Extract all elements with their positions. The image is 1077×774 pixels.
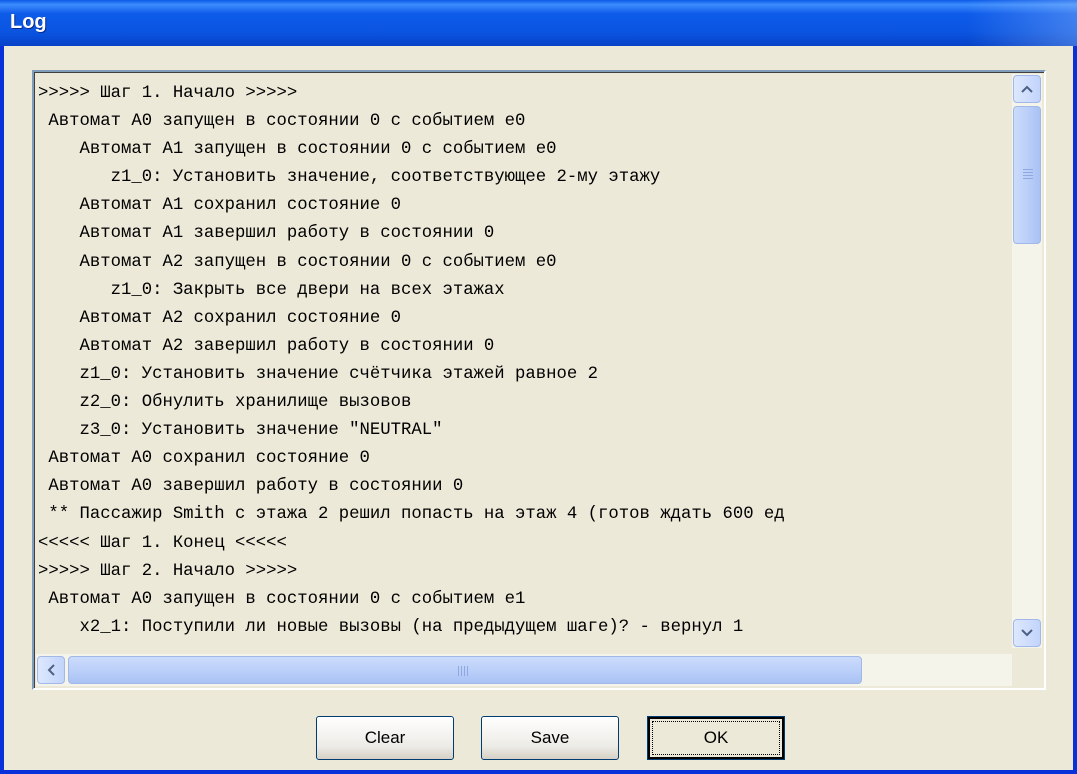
scrollbar-corner: [1012, 654, 1042, 686]
title-bar[interactable]: Log: [0, 0, 1077, 46]
vertical-scroll-thumb[interactable]: [1013, 106, 1041, 244]
log-line: ** Пассажир Smith с этажа 2 решил попаст…: [38, 505, 785, 525]
log-line: Автомат A0 запущен в состоянии 0 с событ…: [38, 112, 526, 132]
log-line: z1_0: Установить значение счётчика этаже…: [38, 364, 599, 384]
window-title: Log: [10, 11, 47, 33]
log-line: >>>>> Шаг 2. Начало >>>>>: [38, 561, 298, 581]
log-window: Log >>>>> Шаг 1. Начало >>>>> Автомат A0…: [0, 0, 1077, 774]
horizontal-scroll-thumb[interactable]: [68, 656, 862, 684]
log-text-box[interactable]: >>>>> Шаг 1. Начало >>>>> Автомат A0 зап…: [32, 70, 1046, 690]
scroll-down-button[interactable]: [1013, 619, 1041, 647]
log-line: x2_1: Поступили ли новые вызовы (на пред…: [38, 617, 744, 637]
log-line: Автомат A0 запущен в состоянии 0 с событ…: [38, 589, 526, 609]
thumb-grip: [461, 666, 462, 676]
focus-rectangle: [652, 721, 780, 755]
thumb-grip: [1023, 175, 1033, 176]
log-line: Автомат A1 завершил работу в состоянии 0: [38, 224, 495, 244]
log-line: Автомат A0 завершил работу в состоянии 0: [38, 477, 464, 497]
log-line: >>>>> Шаг 1. Начало >>>>>: [38, 84, 298, 103]
log-line: Автомат A2 запущен в состоянии 0 с событ…: [38, 252, 557, 272]
log-line: Автомат A1 запущен в состоянии 0 с событ…: [38, 140, 557, 160]
log-line: Автомат A1 сохранил состояние 0: [38, 196, 401, 216]
horizontal-scrollbar[interactable]: [36, 654, 1042, 686]
log-line: z1_0: Закрыть все двери на всех этажах: [38, 280, 505, 300]
clear-button[interactable]: Clear: [316, 716, 454, 760]
log-line: Автомат A2 сохранил состояние 0: [38, 308, 401, 328]
thumb-grip: [458, 666, 459, 676]
thumb-grip: [1023, 169, 1033, 170]
thumb-grip: [464, 666, 465, 676]
thumb-grip: [1023, 172, 1033, 173]
scroll-up-button[interactable]: [1013, 75, 1041, 103]
log-line: z1_0: Установить значение, соответствующ…: [38, 168, 661, 188]
log-line: Автомат A0 сохранил состояние 0: [38, 449, 370, 469]
log-line: z2_0: Обнулить хранилище вызовов: [38, 393, 412, 413]
save-button[interactable]: Save: [481, 716, 619, 760]
thumb-grip: [1023, 178, 1033, 179]
log-line: z3_0: Установить значение "NEUTRAL": [38, 421, 443, 441]
arrow-up-icon: [1021, 85, 1033, 93]
log-line: Автомат A2 завершил работу в состоянии 0: [38, 336, 495, 356]
log-text-area[interactable]: >>>>> Шаг 1. Начало >>>>> Автомат A0 зап…: [36, 74, 1014, 648]
scroll-left-button[interactable]: [37, 656, 65, 684]
thumb-grip: [467, 666, 468, 676]
arrow-left-icon: [47, 664, 55, 676]
vertical-scrollbar[interactable]: [1012, 74, 1042, 648]
title-bar-glow: [967, 0, 1077, 46]
arrow-down-icon: [1021, 629, 1033, 637]
ok-button[interactable]: OK: [647, 716, 785, 760]
log-line: <<<<< Шаг 1. Конец <<<<<: [38, 533, 287, 553]
